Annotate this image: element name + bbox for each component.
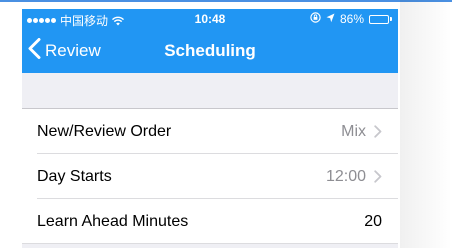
setting-row-learn-ahead-minutes[interactable]: Learn Ahead Minutes 20	[22, 199, 398, 244]
top-edge-bar	[0, 0, 452, 2]
setting-value: Mix	[341, 122, 366, 140]
settings-list: New/Review Order Mix Day Starts 12:00 Le…	[22, 109, 398, 244]
section-header-spacer	[22, 73, 398, 109]
chevron-right-icon	[374, 170, 382, 183]
chevron-left-icon	[28, 38, 41, 64]
setting-value: 12:00	[325, 167, 366, 185]
battery-percent: 86%	[339, 12, 364, 26]
setting-label: Day Starts	[37, 167, 112, 185]
navigation-bar: Review Scheduling	[22, 29, 398, 73]
setting-row-day-starts[interactable]: Day Starts 12:00	[22, 154, 398, 199]
status-bar: 中国移动 10:48 86%	[22, 9, 398, 29]
back-button[interactable]: Review	[28, 29, 101, 73]
battery-icon	[369, 14, 392, 24]
phone-screen: 中国移动 10:48 86% Review Scheduling New/Rev…	[22, 9, 398, 248]
setting-label: Learn Ahead Minutes	[37, 212, 189, 230]
lock-rotation-icon	[310, 12, 321, 26]
status-right: 86%	[310, 12, 392, 26]
phone-shadow	[400, 0, 452, 248]
chevron-right-icon	[374, 125, 382, 138]
setting-row-new-review-order[interactable]: New/Review Order Mix	[22, 109, 398, 154]
location-arrow-icon	[326, 12, 335, 26]
setting-label: New/Review Order	[37, 122, 172, 140]
setting-value[interactable]: 20	[364, 213, 382, 231]
back-label: Review	[45, 41, 101, 60]
